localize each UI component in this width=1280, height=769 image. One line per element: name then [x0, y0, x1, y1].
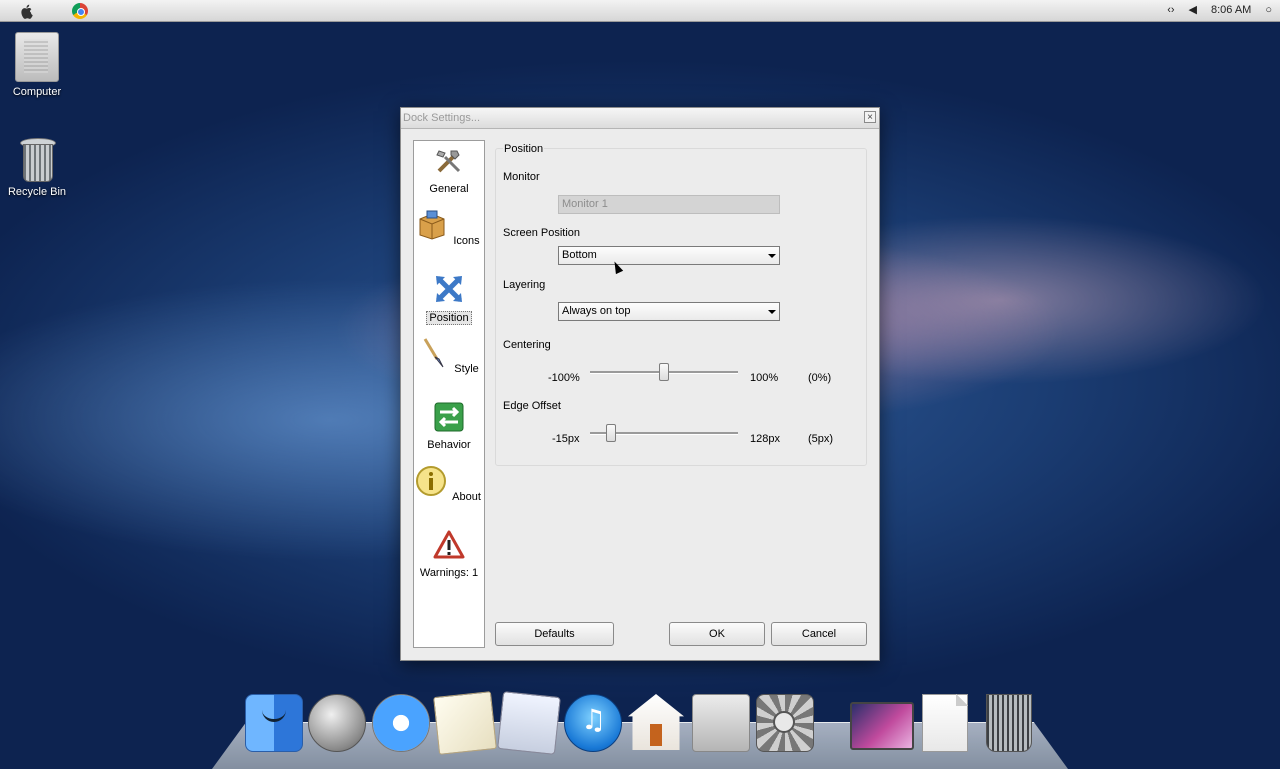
sidebar-item-style[interactable]: Style	[414, 337, 484, 375]
tools-icon	[436, 150, 461, 173]
desktop-icon-computer[interactable]: Computer	[0, 32, 74, 98]
computer-icon	[15, 32, 59, 82]
centering-min: -100%	[548, 372, 580, 384]
monitor-label: Monitor	[503, 171, 540, 183]
edge-offset-min: -15px	[552, 433, 580, 445]
brush-icon	[423, 338, 444, 368]
screen-position-value: Bottom	[562, 249, 597, 261]
edge-offset-slider-thumb[interactable]	[605, 424, 616, 442]
sidebar-item-position[interactable]: Position	[414, 273, 484, 325]
system-preferences-icon[interactable]	[756, 694, 814, 752]
sidebar-item-label: About	[452, 491, 481, 503]
chrome-icon[interactable]	[72, 3, 88, 19]
sidebar-item-behavior[interactable]: Behavior	[414, 401, 484, 451]
edge-offset-label: Edge Offset	[503, 400, 561, 412]
photo-icon[interactable]	[497, 691, 561, 755]
menu-bar: ‹› ◀ 8:06 AM ○	[0, 0, 1280, 22]
close-button[interactable]: ×	[864, 111, 876, 123]
centering-current-value: (0%)	[808, 372, 832, 384]
desktop-icon-label: Recycle Bin	[7, 186, 67, 198]
code-icon[interactable]: ‹›	[1167, 4, 1174, 16]
move-arrows-icon	[436, 276, 462, 302]
dock-settings-dialog: Dock Settings... × General Icons Positio…	[400, 107, 880, 661]
sidebar-item-label: Position	[426, 311, 472, 325]
window-title: Dock Settings...	[403, 112, 481, 124]
arrows-swap-icon	[434, 402, 464, 432]
screen-position-label: Screen Position	[503, 227, 581, 239]
launchpad-icon[interactable]	[308, 694, 366, 752]
centering-slider-thumb[interactable]	[659, 363, 669, 381]
sidebar-item-label: Icons	[453, 235, 480, 247]
layering-label: Layering	[503, 279, 546, 291]
document-icon[interactable]	[922, 694, 968, 752]
sidebar-item-label: General	[429, 183, 469, 195]
edge-offset-current-value: (5px)	[808, 433, 834, 445]
sidebar-item-icons[interactable]: Icons	[414, 209, 484, 247]
chevron-down-icon	[768, 254, 776, 258]
defaults-button[interactable]: Defaults	[495, 622, 614, 646]
itunes-icon[interactable]	[564, 694, 622, 752]
desktop-icon-label: Computer	[12, 86, 62, 98]
sidebar-item-label: Behavior	[427, 439, 471, 451]
sidebar-item-about[interactable]: About	[414, 465, 484, 503]
title-bar[interactable]: Dock Settings... ×	[401, 108, 879, 129]
centering-label: Centering	[503, 339, 551, 351]
volume-icon[interactable]: ◀	[1189, 3, 1197, 16]
finder-icon[interactable]	[245, 694, 303, 752]
sidebar-item-label: Warnings: 1	[419, 567, 479, 579]
group-title: Position	[503, 143, 545, 155]
mail-icon[interactable]	[433, 691, 497, 755]
apple-icon[interactable]	[19, 3, 35, 19]
safari-icon[interactable]	[372, 694, 430, 752]
chevron-down-icon	[768, 310, 776, 314]
centering-max: 100%	[750, 372, 779, 384]
edge-offset-max: 128px	[750, 433, 780, 445]
layering-select[interactable]: Always on top	[558, 302, 780, 321]
spotlight-icon[interactable]: ○	[1265, 4, 1272, 16]
screen-icon[interactable]	[850, 702, 914, 750]
trash-icon[interactable]	[986, 694, 1032, 752]
recycle-bin-icon	[20, 138, 56, 182]
box-icon	[419, 210, 445, 240]
clock[interactable]: 8:06 AM	[1211, 4, 1251, 16]
settings-sidebar: General Icons Position Style Behavior Ab…	[413, 140, 485, 648]
monitor-select: Monitor 1	[558, 195, 780, 214]
mac-pro-icon[interactable]	[692, 694, 750, 752]
warning-icon	[433, 530, 465, 559]
home-icon[interactable]	[628, 694, 684, 750]
layering-value: Always on top	[562, 305, 631, 317]
sidebar-item-general[interactable]: General	[414, 145, 484, 195]
sidebar-item-warnings[interactable]: Warnings: 1	[414, 529, 484, 579]
sidebar-item-label: Style	[454, 363, 479, 375]
desktop-icon-recycle-bin[interactable]: Recycle Bin	[0, 138, 74, 198]
ok-button[interactable]: OK	[669, 622, 765, 646]
cancel-button[interactable]: Cancel	[771, 622, 867, 646]
screen-position-select[interactable]: Bottom	[558, 246, 780, 265]
info-icon	[416, 466, 447, 496]
system-tray: ‹› ◀ 8:06 AM ○	[1167, 3, 1272, 17]
